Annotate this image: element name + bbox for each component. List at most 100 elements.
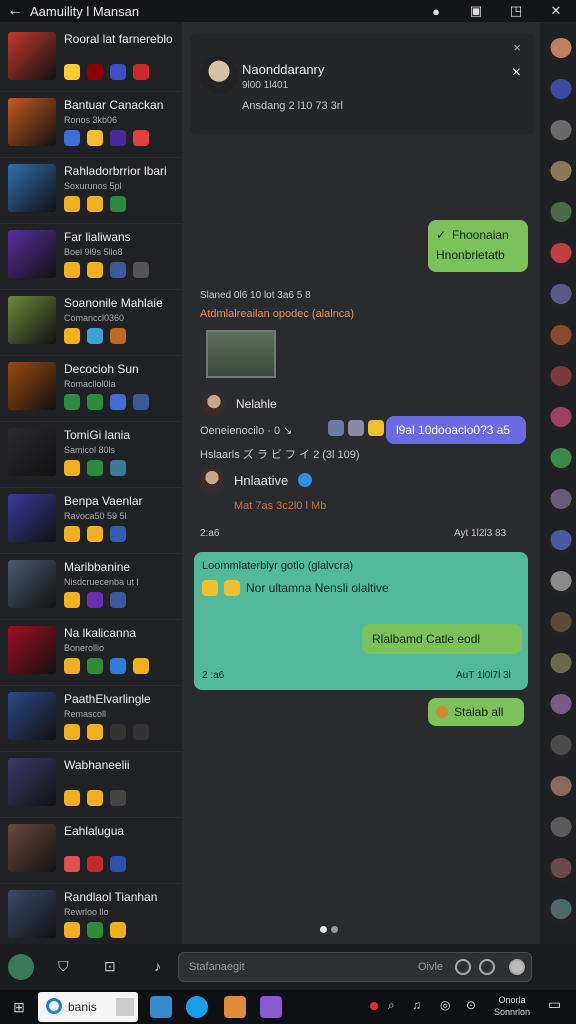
message-outgoing[interactable]: ✓ Fhoonaian Hnonbrletatb	[428, 220, 528, 272]
emoji-icon	[87, 922, 103, 938]
message-outgoing[interactable]: Stalab all	[428, 698, 524, 726]
quoted-message[interactable]: Loommlaterblyr gotlo (glalvcra) Nor ulta…	[194, 552, 528, 690]
message-highlighted[interactable]: l9al 10dooaclo0?3 a5	[386, 416, 526, 444]
sticker-icon[interactable]	[368, 420, 384, 436]
volume-icon[interactable]: ♫	[412, 998, 421, 1012]
taskbar-app-icon[interactable]	[260, 996, 282, 1018]
attach-icon[interactable]: ⊡	[104, 958, 116, 975]
chat-list-item[interactable]: TomiGi lania Samicol 80ls	[0, 418, 182, 488]
participant-avatar[interactable]	[549, 38, 573, 62]
emoji-row	[64, 790, 126, 806]
participant-avatar[interactable]	[549, 284, 573, 308]
chat-avatar[interactable]	[8, 494, 56, 542]
participant-avatar[interactable]	[549, 653, 573, 677]
participant-avatar[interactable]	[549, 776, 573, 800]
participant-avatar[interactable]	[549, 243, 573, 267]
chat-list-item[interactable]: Rooral lat farnereblo	[0, 22, 182, 92]
battery-icon[interactable]: ⊙	[466, 998, 476, 1012]
chat-avatar[interactable]	[8, 626, 56, 674]
participant-avatar[interactable]	[549, 735, 573, 759]
chat-avatar[interactable]	[8, 230, 56, 278]
dismiss-icon[interactable]: ×	[513, 40, 521, 55]
close-card-icon[interactable]: ×	[512, 64, 521, 82]
chat-subtitle: Bonerollio	[64, 643, 105, 653]
participant-avatar[interactable]	[549, 489, 573, 513]
emoji-row	[64, 196, 126, 212]
chat-avatar[interactable]	[8, 824, 56, 872]
chat-list-item[interactable]: Maribbanine Nisdcruecenba ut l	[0, 550, 182, 620]
forwarded-message[interactable]: Atdmlalreailan opodec (alalnca) Nelahle	[194, 300, 426, 470]
chat-avatar[interactable]	[8, 890, 56, 938]
mic-icon[interactable]: ♪	[154, 958, 161, 974]
participant-avatar[interactable]	[549, 202, 573, 226]
clock[interactable]: Onorla Sonnrlon	[494, 994, 530, 1018]
start-icon[interactable]: ⊞	[8, 996, 30, 1018]
emoji-row	[64, 130, 149, 146]
back-arrow-icon[interactable]: ←	[0, 2, 30, 20]
participant-avatar[interactable]	[549, 530, 573, 554]
chat-list-item[interactable]: Far lialiwans Boel 9l9s 5llo8	[0, 220, 182, 290]
participant-avatar[interactable]	[549, 694, 573, 718]
chat-list-item[interactable]: Eahlalugua	[0, 814, 182, 884]
emoji-icon[interactable]	[455, 959, 471, 975]
edit-icon[interactable]: ◳	[496, 3, 536, 19]
participant-avatar[interactable]	[549, 899, 573, 923]
pin-icon[interactable]: ●	[416, 4, 456, 19]
emoji-icon	[64, 196, 80, 212]
sticker-icon[interactable]	[328, 420, 344, 436]
sticker-icon[interactable]	[348, 420, 364, 436]
shield-icon[interactable]: ⛉	[58, 958, 69, 975]
chat-list-item[interactable]: Na lkalicanna Bonerollio	[0, 616, 182, 686]
chat-list-item[interactable]: Randlaol Tianhan Rewrloo llo	[0, 880, 182, 944]
chat-avatar[interactable]	[8, 98, 56, 146]
chat-list-item[interactable]: PaathElvarlingle Remascoll	[0, 682, 182, 752]
panel-icon[interactable]: ▣	[456, 3, 496, 19]
participant-avatar[interactable]	[549, 161, 573, 185]
participant-avatar[interactable]	[549, 571, 573, 595]
chat-avatar[interactable]	[8, 296, 56, 344]
reply-bubble[interactable]: Rlalbamd Catle eodl	[362, 624, 522, 654]
taskbar-app-icon[interactable]	[186, 996, 208, 1018]
chat-avatar[interactable]	[8, 560, 56, 608]
chat-avatar[interactable]	[8, 428, 56, 476]
network-icon[interactable]: ◎	[440, 998, 450, 1012]
chat-list-item[interactable]: Rahladorbrrior lbari Soxurunos 5pl	[0, 154, 182, 224]
taskbar-app-icon[interactable]	[224, 996, 246, 1018]
participant-avatar[interactable]	[549, 79, 573, 103]
participant-avatar[interactable]	[549, 448, 573, 472]
chat-list-item[interactable]: Decocioh Sun Romacllol0la	[0, 352, 182, 422]
page-dots[interactable]	[320, 926, 338, 933]
participant-avatar[interactable]	[549, 407, 573, 431]
sender-avatar[interactable]	[202, 392, 226, 416]
page-dot[interactable]	[320, 926, 327, 933]
contact-meta: Ansdang 2 l10 73 3rl	[242, 100, 343, 112]
chat-list-item[interactable]: Wabhaneelii	[0, 748, 182, 818]
close-icon[interactable]: ✕	[536, 3, 576, 19]
chat-avatar[interactable]	[8, 692, 56, 740]
taskbar-search[interactable]: banis	[38, 992, 138, 1022]
sticker-button-icon[interactable]	[479, 959, 495, 975]
search-tray-icon[interactable]: ⌕	[388, 998, 395, 1013]
message-input[interactable]: Stafanaegit Oivle	[178, 952, 532, 982]
participant-avatar[interactable]	[549, 325, 573, 349]
chat-list-item[interactable]: Bantuar Canackan Ronos 3kb06	[0, 88, 182, 158]
participant-avatar[interactable]	[549, 817, 573, 841]
participant-avatar[interactable]	[549, 120, 573, 144]
participant-avatar[interactable]	[549, 612, 573, 636]
contact-avatar[interactable]	[200, 56, 238, 94]
notifications-icon[interactable]: ▭	[548, 996, 561, 1013]
page-dot[interactable]	[331, 926, 338, 933]
send-icon[interactable]	[509, 959, 525, 975]
profile-avatar[interactable]	[8, 954, 34, 980]
chat-list-item[interactable]: Benpa Vaenlar Ravoca50 59 5l	[0, 484, 182, 554]
chat-avatar[interactable]	[8, 32, 56, 80]
taskbar-app-icon[interactable]	[150, 996, 172, 1018]
chat-avatar[interactable]	[8, 362, 56, 410]
chat-avatar[interactable]	[8, 164, 56, 212]
chat-list-item[interactable]: Soanonile Mahlaie Comanccl0360	[0, 286, 182, 356]
media-thumbnail[interactable]	[206, 330, 276, 378]
sender-avatar[interactable]	[200, 468, 224, 492]
participant-avatar[interactable]	[549, 858, 573, 882]
participant-avatar[interactable]	[549, 366, 573, 390]
chat-avatar[interactable]	[8, 758, 56, 806]
